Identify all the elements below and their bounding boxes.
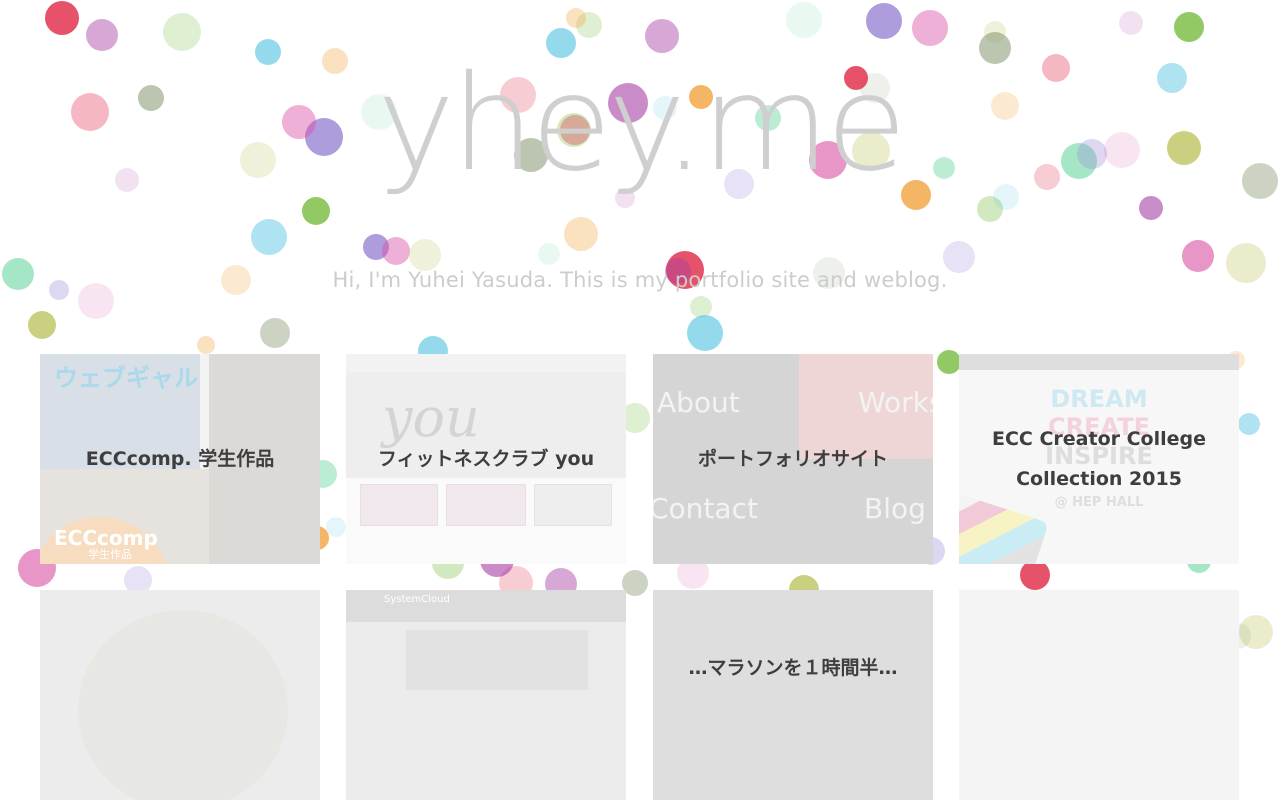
thumbnail-word: DREAM [1050, 385, 1148, 413]
hero-header: yhey.me Hi, I'm Yuhei Yasuda. This is my… [0, 0, 1280, 330]
confetti-dot [937, 350, 961, 374]
thumbnail-promo [534, 484, 612, 526]
work-card-ecccomp[interactable]: ウェブギャル ECCcomp 学生作品 ECCcomp. 学生作品 [40, 354, 320, 564]
confetti-dot [197, 336, 215, 354]
thumbnail-heading: ウェブギャル [54, 364, 198, 392]
thumbnail-promo [446, 484, 526, 526]
confetti-dot [1020, 560, 1050, 590]
thumbnail-nav-bar [346, 354, 626, 372]
work-card-portfolio[interactable]: About Works Contact Blog ポートフォリオサイト [653, 354, 933, 564]
site-title[interactable]: yhey.me [0, 58, 1280, 190]
thumbnail-word: Works [858, 386, 933, 419]
thumbnail-logo: SystemCloud [384, 594, 450, 605]
confetti-dot [1238, 413, 1260, 435]
work-card-ecc-collection[interactable]: DREAM CREATE INSPIRE @ HEP HALL ECC Crea… [959, 354, 1239, 564]
work-card-title: …マラソンを１時間半… [688, 657, 898, 679]
thumbnail-promo [360, 484, 438, 526]
work-card-fitness-you[interactable]: you フィットネスクラブ you [346, 354, 626, 564]
work-card-title: ECC Creator College Collection 2015 [991, 428, 1207, 490]
work-card-marathon[interactable]: …マラソンを１時間半… [653, 590, 933, 800]
thumbnail-screen [406, 630, 588, 690]
thumbnail-word: About [657, 386, 740, 419]
thumbnail-nav-bar [959, 354, 1239, 370]
work-card-title: フィットネスクラブ you [377, 448, 595, 470]
work-card-title: ポートフォリオサイト [697, 448, 888, 470]
thumbnail-word: Blog [864, 492, 926, 525]
work-card-title: ECCcomp. 学生作品 [85, 448, 275, 470]
work-card-apple[interactable] [40, 590, 320, 800]
thumbnail-apple [78, 610, 288, 800]
confetti-dot [326, 517, 346, 537]
site-tagline: Hi, I'm Yuhei Yasuda. This is my portfol… [332, 268, 948, 292]
work-card-blank[interactable] [959, 590, 1239, 800]
thumbnail-word: Contact [653, 492, 758, 525]
thumbnail-badge-sub: 学生作品 [88, 548, 132, 561]
work-card-systemcloud[interactable]: SystemCloud [346, 590, 626, 800]
